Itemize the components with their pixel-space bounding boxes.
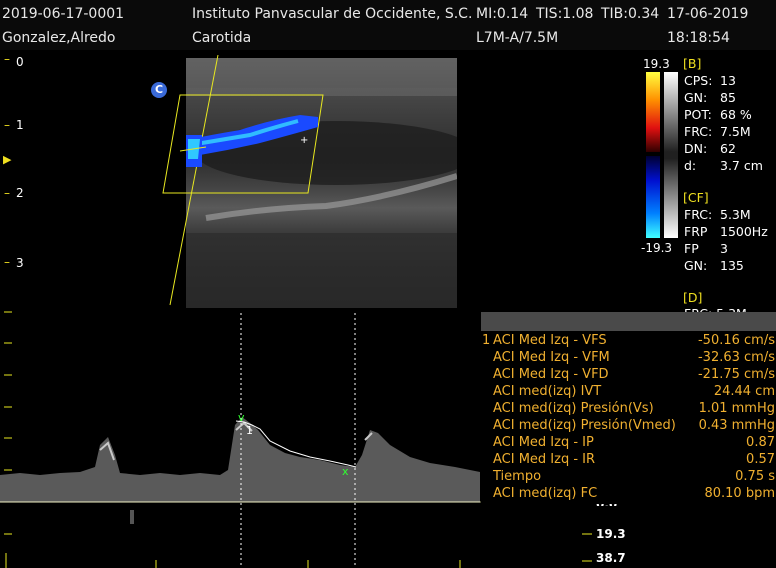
depth-label: 0 (16, 55, 24, 69)
color-box-overlay: + (162, 55, 324, 306)
measurement-value: -21.75 cm/s (697, 367, 775, 382)
doppler-cursor-line (169, 55, 219, 306)
depth-tick-mark: – (4, 118, 10, 132)
measurement-value: 0.43 mmHg (698, 418, 775, 433)
cf-param-value: 135 (720, 258, 744, 273)
measurement-index: 1 (482, 333, 491, 348)
doppler-left-ticks (4, 311, 12, 568)
exam-type: Carotida (192, 30, 252, 46)
cf-param-value: 3 (720, 241, 728, 256)
colorbar-negative (646, 156, 660, 238)
b-params-title: [B] (683, 56, 702, 71)
measurement-value: 0.87 (746, 435, 775, 450)
measurement-value: 0.57 (746, 452, 775, 467)
cursor-label: 1 (246, 424, 253, 437)
tib-index: TIB:0.34 (601, 6, 660, 22)
depth-label: 2 (16, 186, 24, 200)
measurement-value: 80.10 bpm (704, 486, 775, 501)
depth-label: 3 (16, 256, 24, 270)
marker-c-badge: C (151, 82, 167, 98)
cf-param-key: FP (684, 241, 699, 256)
b-param-value: 13 (720, 73, 736, 88)
cf-param-value: 5.3M (720, 207, 751, 222)
measurement-name: ACI Med Izq - VFS (493, 333, 607, 348)
focus-marker-icon: ▶ (3, 153, 12, 166)
depth-label: 1 (16, 118, 24, 132)
b-param-value: 7.5M (720, 124, 751, 139)
measurement-value: -32.63 cm/s (697, 350, 775, 365)
cf-param-key: FRC: (684, 207, 713, 222)
spectral-envelope (0, 417, 480, 502)
exam-time: 18:18:54 (667, 30, 730, 46)
b-param-key: GN: (684, 90, 708, 105)
depth-tick-mark: – (4, 255, 10, 269)
b-param-key: CPS: (684, 73, 713, 88)
probe-label: L7M-A/7.5M (476, 30, 559, 46)
svg-text:+: + (300, 135, 308, 146)
measurement-value: 0.75 s (735, 469, 775, 484)
measurement-name: ACI Med Izq - VFM (493, 350, 610, 365)
cursor-marker-ed: x (342, 465, 349, 478)
b-param-key: POT: (684, 107, 712, 122)
measurement-name: Tiempo (493, 469, 542, 484)
d-params-title: [D] (683, 290, 703, 305)
velocity-label: 19.3 (596, 527, 626, 541)
measurement-name: ACI med(izq) Presión(Vmed) (493, 418, 676, 433)
measurement-name: ACI Med Izq - IP (493, 435, 594, 450)
measurement-value: -50.16 cm/s (697, 333, 775, 348)
grayscale-bar (664, 72, 678, 238)
measurement-name: ACI Med Izq - VFD (493, 367, 609, 382)
b-param-value: 68 % (720, 107, 752, 122)
cf-param-key: GN: (684, 258, 708, 273)
measurement-name: ACI med(izq) IVT (493, 384, 602, 399)
b-param-key: d: (684, 158, 697, 173)
b-param-value: 3.7 cm (720, 158, 763, 173)
depth-tick-mark: – (4, 186, 10, 200)
tis-index: TIS:1.08 (536, 6, 594, 22)
depth-tick-mark: – (4, 52, 10, 66)
measurement-value: 24.44 cm (713, 384, 775, 399)
colorbar-max: 19.3 (643, 57, 670, 71)
b-param-key: DN: (684, 141, 708, 156)
colorbar-min: -19.3 (641, 241, 673, 255)
measurement-value: 1.01 mmHg (698, 401, 775, 416)
cf-params-title: [CF] (683, 190, 709, 205)
measurement-name: ACI Med Izq - IR (493, 452, 596, 467)
exam-date: 17-06-2019 (667, 6, 749, 22)
institution-name: Instituto Panvascular de Occidente, S.C. (192, 6, 473, 22)
patient-name: Gonzalez,Alredo (2, 30, 116, 46)
mi-index: MI:0.14 (476, 6, 529, 22)
patient-id: 2019-06-17-0001 (2, 6, 125, 22)
time-ticks (155, 560, 461, 568)
measurement-name: ACI med(izq) FC (493, 486, 598, 501)
measurement-panel-header (481, 312, 776, 331)
cf-param-value: 1500Hz (720, 224, 768, 239)
colorbar-positive (646, 72, 660, 152)
velocity-ticks (582, 533, 592, 562)
b-param-value: 85 (720, 90, 736, 105)
cf-param-key: FRP (684, 224, 708, 239)
cursor-marker-ps: v (238, 411, 245, 424)
measurement-name: ACI med(izq) Presión(Vs) (493, 401, 654, 416)
b-param-value: 62 (720, 141, 736, 156)
b-param-key: FRC: (684, 124, 713, 139)
velocity-label: 38.7 (596, 551, 626, 565)
